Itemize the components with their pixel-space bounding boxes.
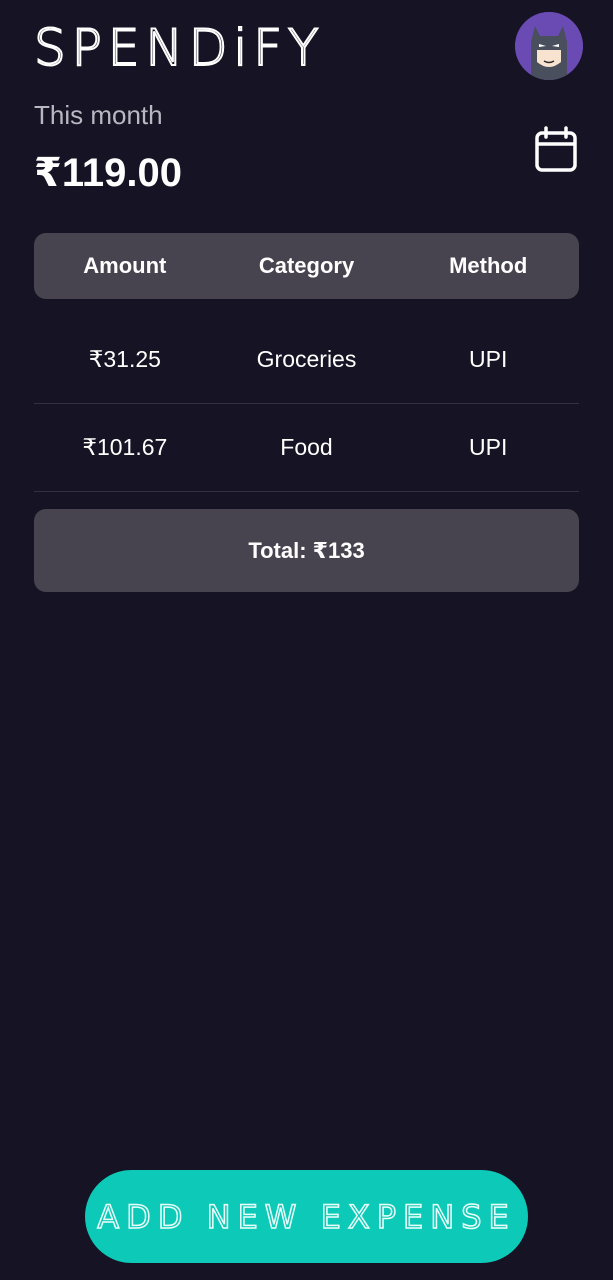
expense-category: Groceries [256,346,357,372]
monthly-amount: ₹119.00 [34,151,182,195]
calendar-button[interactable] [530,124,582,176]
expense-screen: SPENDiFY This month ₹119.00 Amount Categ… [0,0,613,1280]
expense-method: UPI [469,434,508,460]
expense-table-header: Amount Category Method [34,233,579,299]
expense-amount: ₹101.67 [82,434,168,460]
column-header-method: Method [449,253,528,278]
total-summary: Total: ₹133 [34,509,579,592]
expense-amount: ₹31.25 [88,346,161,372]
batman-avatar-icon [515,12,583,80]
app-title: SPENDiFY [33,19,325,77]
expense-method: UPI [469,346,508,372]
expense-row[interactable]: ₹101.67 Food UPI [34,404,579,492]
column-header-category: Category [258,253,355,278]
expense-row[interactable]: ₹31.25 Groceries UPI [34,316,579,404]
add-expense-label: ADD NEW EXPENSE [97,1197,516,1237]
expense-category: Food [280,434,333,460]
expense-list: ₹31.25 Groceries UPI ₹101.67 Food UPI [34,316,579,492]
period-label: This month [34,100,163,130]
add-expense-button[interactable]: ADD NEW EXPENSE [85,1170,528,1263]
calendar-icon [535,126,577,172]
profile-avatar[interactable] [515,12,583,80]
column-header-amount: Amount [83,253,167,278]
